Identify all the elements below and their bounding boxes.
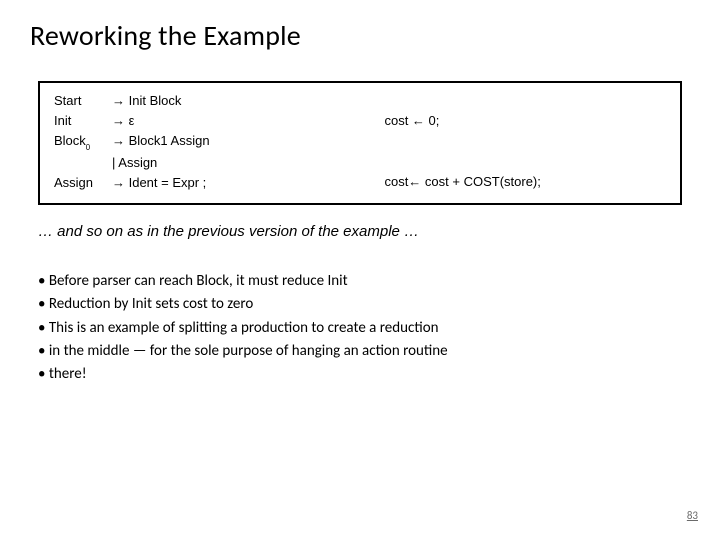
grammar-row: | Assign bbox=[54, 153, 384, 173]
bullet-item: • Reduction by Init sets cost to zero bbox=[38, 293, 690, 316]
grammar-lhs bbox=[54, 153, 112, 173]
grammar-action-row: cost ← 0; bbox=[384, 111, 666, 131]
grammar-actions: cost ← 0; cost← cost + COST(store); bbox=[384, 91, 666, 193]
slide-body: Reworking the Example Start → Init Block… bbox=[0, 0, 720, 386]
grammar-row: Assign → Ident = Expr ; bbox=[54, 173, 384, 193]
grammar-rhs: → Ident = Expr ; bbox=[112, 173, 206, 193]
grammar-lhs: Start bbox=[54, 91, 112, 111]
lhs-base: Block bbox=[54, 133, 86, 148]
grammar-action-row: cost← cost + COST(store); bbox=[384, 172, 666, 192]
grammar-lhs: Block0 bbox=[54, 131, 112, 153]
grammar-productions: Start → Init Block Init → ε Block0 → Blo… bbox=[54, 91, 384, 193]
slide-title: Reworking the Example bbox=[30, 18, 690, 53]
grammar-row: Init → ε bbox=[54, 111, 384, 131]
grammar-rhs: → Init Block bbox=[112, 91, 181, 111]
bullet-item: • in the middle — for the sole purpose o… bbox=[38, 340, 690, 363]
grammar-row: Start → Init Block bbox=[54, 91, 384, 111]
grammar-action-row bbox=[384, 91, 666, 111]
grammar-action-row bbox=[384, 131, 666, 151]
grammar-rhs: → ε bbox=[112, 111, 134, 131]
grammar-action-row bbox=[384, 151, 666, 171]
bullet-item: • there! bbox=[38, 363, 690, 386]
grammar-rhs: | Assign bbox=[112, 153, 157, 173]
grammar-rhs: → Block1 Assign bbox=[112, 131, 210, 153]
aside-text: … and so on as in the previous version o… bbox=[38, 223, 682, 240]
bullet-item: • Before parser can reach Block, it must… bbox=[38, 270, 690, 293]
grammar-lhs: Assign bbox=[54, 173, 112, 193]
grammar-box: Start → Init Block Init → ε Block0 → Blo… bbox=[38, 81, 682, 205]
grammar-row: Block0 → Block1 Assign bbox=[54, 131, 384, 153]
bullet-list: • Before parser can reach Block, it must… bbox=[38, 270, 690, 386]
lhs-subscript: 0 bbox=[86, 143, 90, 152]
action-text: cost ← 0; bbox=[384, 111, 439, 131]
bullet-item: • This is an example of splitting a prod… bbox=[38, 317, 690, 340]
action-text: cost← cost + COST(store); bbox=[384, 172, 540, 192]
grammar-lhs: Init bbox=[54, 111, 112, 131]
page-number: 83 bbox=[687, 509, 698, 522]
